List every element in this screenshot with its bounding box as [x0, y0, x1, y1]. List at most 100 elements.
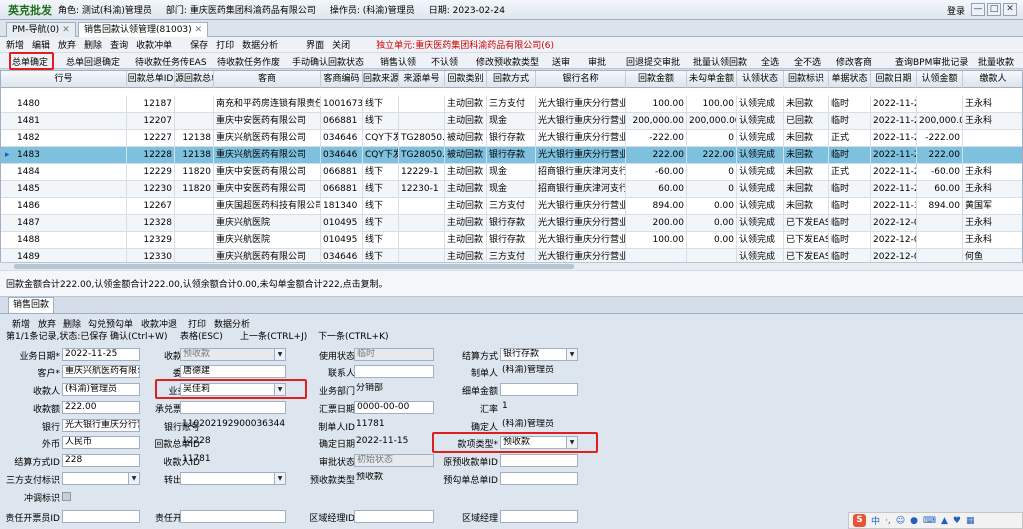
c1-field-7[interactable]: ▼	[62, 472, 140, 485]
c4-field-0[interactable]: 银行存款 ▼	[500, 348, 578, 361]
c4-field-3[interactable]: 1	[500, 401, 578, 414]
dropdown-arrow-icon[interactable]: ▼	[274, 473, 285, 484]
claim-button[interactable]: 销售认领	[380, 55, 416, 68]
menu-offset[interactable]: 收款冲单	[136, 38, 172, 51]
c2-field-0[interactable]: 预收款 ▼	[180, 348, 286, 361]
c3-field-4[interactable]: 11781	[354, 419, 434, 432]
table-row[interactable]: 1488 12329 重庆兴航医院 010495 线下 主动回款 银行存款 光大银行重庆分行营…	[1, 232, 1022, 249]
change-prepay-type-button[interactable]: 修改预收款类型	[476, 55, 539, 68]
c2-field-4[interactable]: 110202192900036344	[180, 419, 286, 432]
unclaim-button[interactable]: 不认领	[431, 55, 458, 68]
c1-field-2[interactable]: (科渝)管理员	[62, 383, 140, 396]
col-customer-code-header[interactable]: 客商编码	[321, 71, 363, 88]
select-all-button[interactable]: 全选	[761, 55, 779, 68]
dropdown-arrow-icon[interactable]: ▼	[274, 349, 285, 360]
col-total-id-header[interactable]: 回款总单ID	[127, 71, 175, 88]
maximize-button[interactable]: □	[987, 3, 1001, 16]
c4-field-4[interactable]: (科渝)管理员	[500, 419, 578, 432]
c2-field-3[interactable]	[180, 401, 286, 414]
close-tab-icon[interactable]: ✕	[62, 25, 70, 35]
c3-field-5[interactable]: 2022-11-15	[354, 436, 434, 449]
table-row[interactable]: 1485 12230 11820 重庆中安医药有限公司 066881 线下 12230-1 主…	[1, 181, 1022, 198]
change-customer-button[interactable]: 修改客商	[836, 55, 872, 68]
summary-bar[interactable]: 回款金额合计222.00,认领金额合计222.00,认领余额合计0.00,未勾单…	[0, 271, 1023, 297]
col-customer-header[interactable]: 客商	[214, 71, 321, 88]
c1-field-5[interactable]: 人民币	[62, 436, 140, 449]
col-claim-status-header[interactable]: 认领状态	[737, 71, 784, 88]
table-view-button[interactable]: 表格(ESC)	[180, 329, 223, 342]
login-link[interactable]: 登录	[947, 4, 965, 17]
horizontal-scrollbar[interactable]	[0, 262, 1023, 270]
menu-edit[interactable]: 编辑	[32, 38, 50, 51]
bpm-records-button[interactable]: 查询BPM审批记录	[895, 55, 968, 68]
dropdown-arrow-icon[interactable]: ▼	[128, 473, 139, 484]
table-row[interactable]: 1484 12229 11820 重庆中安医药有限公司 066881 线下 12229-1 主…	[1, 164, 1022, 181]
ime-mode[interactable]: 中	[871, 514, 880, 527]
menu-analysis[interactable]: 数据分析	[242, 38, 278, 51]
toolbox-icon[interactable]: ▦	[966, 516, 975, 526]
batch-receive-button[interactable]: 批量收款	[978, 55, 1014, 68]
c4-field-1[interactable]: (科渝)管理员	[500, 365, 578, 378]
tab-sales-payment[interactable]: 销售回款	[8, 297, 55, 313]
batch-claim-button[interactable]: 批量认领回款	[693, 55, 747, 68]
table-row[interactable]: 1486 12267 重庆国超医药科技有限公司 181340 线下 主动回款 三方支付 光大银…	[1, 198, 1022, 215]
approve-button[interactable]: 审批	[588, 55, 606, 68]
prev-record-button[interactable]: 上一条(CTRL+J)	[240, 329, 307, 342]
menu-interface[interactable]: 界面	[306, 38, 324, 51]
c4-field-8[interactable]	[500, 510, 578, 523]
c3-field-3[interactable]: 0000-00-00	[354, 401, 434, 414]
sogou-icon[interactable]: S	[853, 514, 866, 527]
close-button[interactable]: ✕	[1003, 3, 1017, 16]
c3-field-6[interactable]: 初始状态	[354, 454, 434, 467]
push-eas-button[interactable]: 待收款任务传EAS	[135, 55, 207, 68]
col-unticked-header[interactable]: 未勾单金额	[687, 71, 737, 88]
table-row[interactable]: 1482 12227 12138 重庆兴航医药有限公司 034646 CQY下发 TG280…	[1, 130, 1022, 147]
tab-sales-claim[interactable]: 销售回款认领管理(81003) ✕	[78, 22, 209, 37]
c1-field-4[interactable]: 光大银行重庆分行营业	[62, 419, 140, 432]
col-category-header[interactable]: 回款类别	[445, 71, 487, 88]
void-task-button[interactable]: 待收款任务作废	[217, 55, 280, 68]
punctuation-icon[interactable]: ·,	[885, 516, 891, 526]
dropdown-arrow-icon[interactable]: ▼	[566, 349, 577, 360]
c3-field-2[interactable]: 分销部	[354, 383, 434, 396]
menu-new[interactable]: 新增	[6, 38, 24, 51]
col-payer-header[interactable]: 缴款人	[963, 71, 1022, 88]
scrollbar-thumb[interactable]	[14, 264, 574, 269]
emoji-icon[interactable]: ☺	[896, 516, 905, 526]
c4-field-2[interactable]	[500, 383, 578, 396]
submit-review-button[interactable]: 送审	[552, 55, 570, 68]
c2-field-6[interactable]: 11781	[180, 454, 286, 467]
c3-field-1[interactable]	[354, 365, 434, 378]
table-row[interactable]: ▸ 1483 12228 12138 重庆兴航医药有限公司 034646 CQY下发 TG28…	[1, 147, 1022, 164]
col-amount-header[interactable]: 回款金额	[626, 71, 687, 88]
tab-pm-nav[interactable]: PM-导航(0) ✕	[6, 22, 76, 37]
col-source-header[interactable]: 回款来源	[363, 71, 399, 88]
col-doc-status-header[interactable]: 单据状态	[829, 71, 871, 88]
minimize-button[interactable]: —	[971, 3, 985, 16]
c3-field-0[interactable]: 临时	[354, 348, 434, 361]
col-source-total-id-header[interactable]: 源回款总单ID	[175, 71, 214, 88]
c3-field-7[interactable]: 预收款	[354, 472, 434, 485]
menu-close[interactable]: 关闭	[332, 38, 350, 51]
col-flag-header[interactable]: 回款标识	[784, 71, 829, 88]
c2-field-1[interactable]: 唐德建	[180, 365, 286, 378]
keyboard-icon[interactable]: ⌨	[923, 516, 936, 526]
table-row[interactable]: 1481 12207 重庆中安医药有限公司 066881 线下 主动回款 现金 光大银行重庆分…	[1, 113, 1022, 130]
menu-save[interactable]: 保存	[190, 38, 208, 51]
col-source-no-header[interactable]: 来源单号	[399, 71, 445, 88]
rollback-submit-button[interactable]: 回退提交审批	[626, 55, 680, 68]
menu-print[interactable]: 打印	[216, 38, 234, 51]
table-row[interactable]: 1487 12328 重庆兴航医院 010495 线下 主动回款 银行存款 光大银行重庆分行营…	[1, 215, 1022, 232]
offset-flag-checkbox[interactable]	[62, 492, 71, 501]
col-date-header[interactable]: 回款日期	[871, 71, 917, 88]
c3-field-8[interactable]	[354, 510, 434, 523]
c1-field-3[interactable]: 222.00	[62, 401, 140, 414]
confirm-record-button[interactable]: 确认(Ctrl+W)	[110, 329, 167, 342]
c1-field-6[interactable]: 228	[62, 454, 140, 467]
menu-delete[interactable]: 删除	[84, 38, 102, 51]
c4-field-6[interactable]	[500, 454, 578, 467]
c4-field-7[interactable]	[500, 472, 578, 485]
col-claim-amount-header[interactable]: 认领金额	[917, 71, 963, 88]
c2-field-7[interactable]: ▼	[180, 472, 286, 485]
favorite-icon[interactable]: ♥	[953, 516, 961, 526]
